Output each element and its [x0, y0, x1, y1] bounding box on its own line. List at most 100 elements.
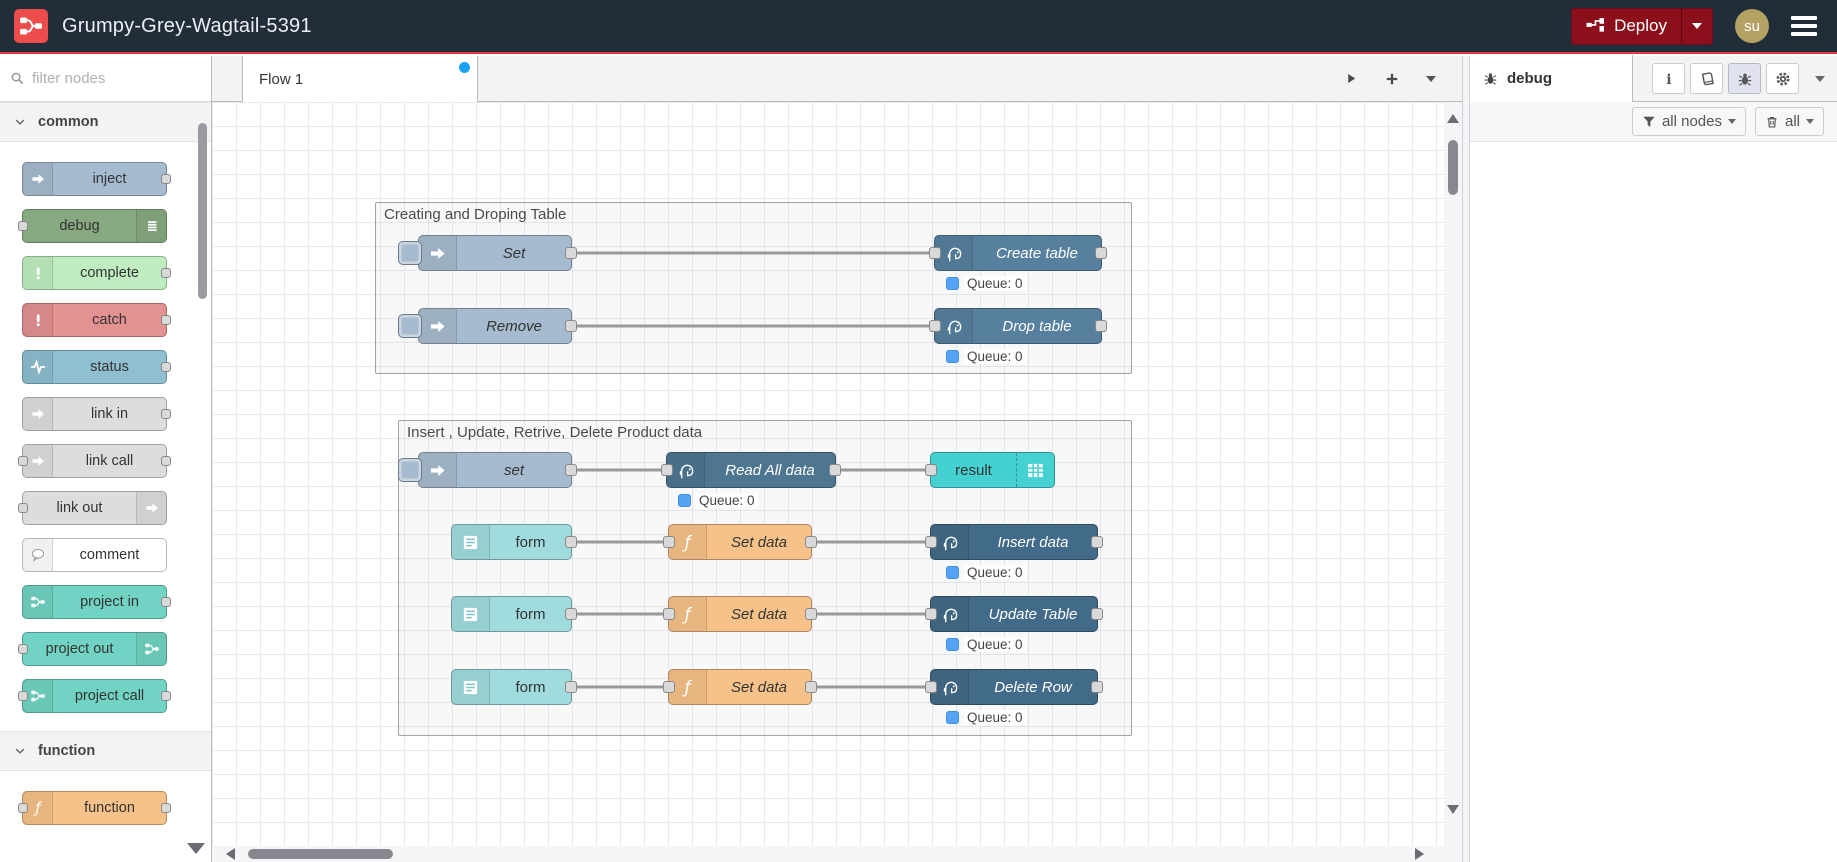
inject-button[interactable] [398, 458, 422, 482]
sidebar-tab-gear-button[interactable] [1766, 63, 1799, 94]
output-port[interactable] [1091, 536, 1103, 548]
inject-button[interactable] [398, 241, 422, 265]
scroll-right-icon[interactable] [1415, 848, 1424, 860]
output-port[interactable] [805, 681, 817, 693]
palette-search[interactable] [0, 56, 211, 102]
deploy-button-main[interactable]: Deploy [1572, 16, 1681, 36]
output-port[interactable] [565, 320, 577, 332]
scroll-left-icon[interactable] [226, 848, 235, 860]
palette-category-common[interactable]: common [0, 102, 211, 142]
deploy-options-caret[interactable] [1681, 8, 1712, 44]
output-port[interactable] [161, 803, 171, 813]
input-port[interactable] [925, 536, 937, 548]
palette-node-comment[interactable]: comment [22, 538, 167, 572]
flow-node-form[interactable]: form [451, 596, 577, 632]
input-port[interactable] [663, 608, 675, 620]
scroll-down-icon[interactable] [1447, 805, 1459, 814]
debug-filter-button[interactable]: all nodes [1631, 107, 1746, 136]
add-flow-icon[interactable] [1385, 72, 1399, 86]
palette-node-link-call[interactable]: link call [18, 444, 171, 478]
tab-scroll-right-icon[interactable] [1345, 72, 1358, 85]
horizontal-scroll-thumb[interactable] [248, 849, 393, 859]
palette-node-function[interactable]: ƒ function [18, 791, 171, 825]
input-port[interactable] [18, 221, 28, 231]
output-port[interactable] [1091, 681, 1103, 693]
output-port[interactable] [161, 362, 171, 372]
output-port[interactable] [161, 315, 171, 325]
palette-scrollbar-thumb[interactable] [198, 123, 207, 299]
output-port[interactable] [565, 608, 577, 620]
palette-node-project-out[interactable]: project out [18, 632, 167, 666]
input-port[interactable] [929, 247, 941, 259]
sidebar-tab-info-button[interactable]: i [1652, 63, 1685, 94]
flow-node-set-data[interactable]: ƒ Set data [663, 596, 817, 632]
palette-node-project-in[interactable]: project in [22, 585, 171, 619]
flow-node-delete-row[interactable]: Delete Row [925, 669, 1103, 705]
flow-canvas[interactable]: Creating and Droping Table Insert , Updat… [212, 102, 1462, 862]
flow-list-caret-icon[interactable] [1426, 75, 1436, 82]
sidebar-splitter[interactable] [1462, 56, 1470, 862]
output-port[interactable] [161, 691, 171, 701]
flow-node-drop-table[interactable]: Drop table [929, 308, 1107, 344]
flow-node-result[interactable]: result [925, 452, 1055, 488]
output-port[interactable] [565, 536, 577, 548]
output-port[interactable] [161, 597, 171, 607]
output-port[interactable] [161, 268, 171, 278]
flow-node-set[interactable]: Set [398, 235, 577, 271]
flow-node-set-data[interactable]: ƒ Set data [663, 524, 817, 560]
flow-node-create-table[interactable]: Create table [929, 235, 1107, 271]
flow-node-set[interactable]: set [398, 452, 577, 488]
palette-node-status[interactable]: status [22, 350, 171, 384]
canvas-vertical-scrollbar[interactable] [1444, 102, 1462, 846]
tab-debug[interactable]: debug [1470, 55, 1633, 102]
main-menu-icon[interactable] [1791, 16, 1817, 36]
output-port[interactable] [161, 456, 171, 466]
output-port[interactable] [805, 608, 817, 620]
output-port[interactable] [829, 464, 841, 476]
palette-node-link-in[interactable]: link in [22, 397, 171, 431]
output-port[interactable] [1095, 320, 1107, 332]
output-port[interactable] [565, 247, 577, 259]
input-port[interactable] [18, 691, 28, 701]
input-port[interactable] [661, 464, 673, 476]
user-avatar[interactable]: su [1735, 9, 1769, 43]
sidebar-tab-bug-button[interactable] [1728, 63, 1761, 94]
input-port[interactable] [18, 803, 28, 813]
palette-scroll-down-icon[interactable] [187, 843, 205, 854]
input-port[interactable] [663, 536, 675, 548]
flow-node-insert-data[interactable]: Insert data [925, 524, 1103, 560]
output-port[interactable] [161, 174, 171, 184]
input-port[interactable] [925, 464, 937, 476]
input-port[interactable] [18, 644, 28, 654]
input-port[interactable] [925, 681, 937, 693]
flow-node-set-data[interactable]: ƒ Set data [663, 669, 817, 705]
palette-node-debug[interactable]: debug [18, 209, 167, 243]
debug-clear-button[interactable]: all [1754, 107, 1824, 136]
input-port[interactable] [925, 608, 937, 620]
palette-node-catch[interactable]: catch [22, 303, 171, 337]
sidebar-menu-caret-icon[interactable] [1815, 75, 1825, 82]
flow-node-remove[interactable]: Remove [398, 308, 577, 344]
input-port[interactable] [663, 681, 675, 693]
tab-flow-1[interactable]: Flow 1 [242, 56, 478, 103]
output-port[interactable] [805, 536, 817, 548]
palette-node-complete[interactable]: complete [22, 256, 171, 290]
output-port[interactable] [565, 681, 577, 693]
palette-category-function[interactable]: function [0, 731, 211, 771]
palette-node-inject[interactable]: inject [22, 162, 171, 196]
input-port[interactable] [18, 503, 28, 513]
input-port[interactable] [18, 456, 28, 466]
flow-node-form[interactable]: form [451, 524, 577, 560]
vertical-scroll-thumb[interactable] [1448, 140, 1458, 195]
flow-node-update-table[interactable]: Update Table [925, 596, 1103, 632]
palette-node-link-out[interactable]: link out [18, 491, 167, 525]
search-input[interactable] [32, 70, 182, 87]
output-port[interactable] [1091, 608, 1103, 620]
inject-button[interactable] [398, 314, 422, 338]
deploy-button[interactable]: Deploy [1571, 7, 1713, 45]
output-port[interactable] [565, 464, 577, 476]
output-port[interactable] [1095, 247, 1107, 259]
scroll-up-icon[interactable] [1447, 114, 1459, 123]
canvas-horizontal-scrollbar[interactable] [212, 846, 1462, 862]
output-port[interactable] [161, 409, 171, 419]
